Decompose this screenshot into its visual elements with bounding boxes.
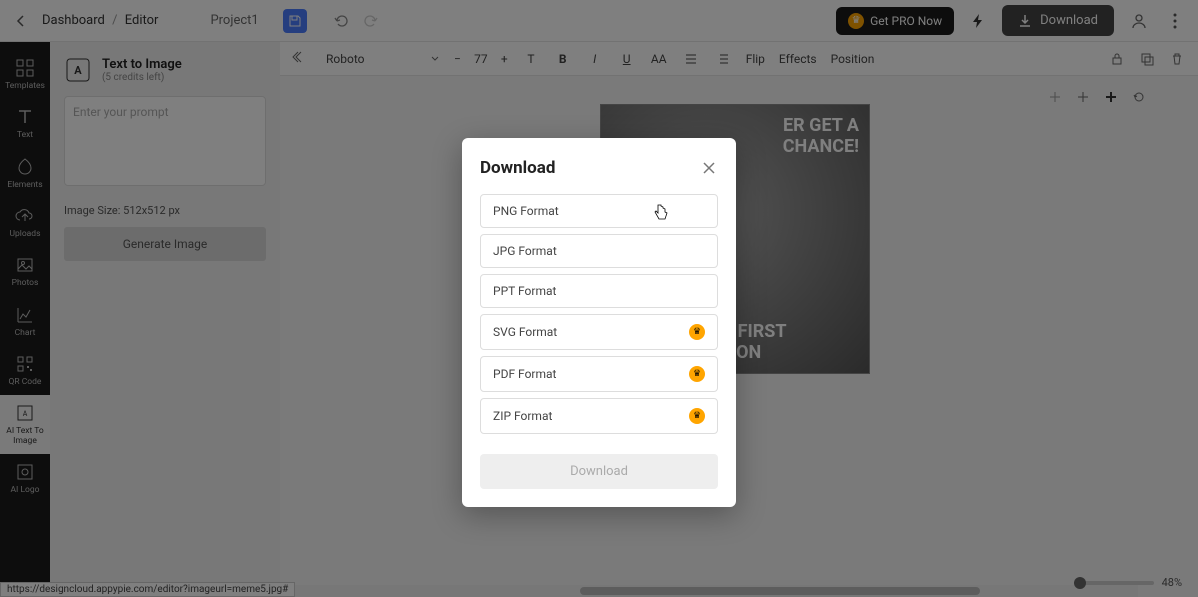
format-option-label: ZIP Format [493, 409, 552, 423]
format-option-svg[interactable]: SVG Format ♛ [480, 314, 718, 350]
format-option-label: PDF Format [493, 367, 556, 381]
format-option-pdf[interactable]: PDF Format ♛ [480, 356, 718, 392]
modal-download-button[interactable]: Download [480, 454, 718, 489]
format-option-label: JPG Format [493, 244, 557, 258]
modal-title: Download [480, 158, 555, 178]
format-option-label: PPT Format [493, 284, 556, 298]
crown-icon: ♛ [689, 366, 705, 382]
download-modal: Download PNG Format JPG Format PPT Forma… [462, 138, 736, 507]
format-option-label: PNG Format [493, 204, 559, 218]
format-option-png[interactable]: PNG Format [480, 194, 718, 228]
crown-icon: ♛ [689, 324, 705, 340]
crown-icon: ♛ [689, 408, 705, 424]
format-option-label: SVG Format [493, 325, 557, 339]
format-option-jpg[interactable]: JPG Format [480, 234, 718, 268]
close-icon[interactable] [700, 159, 718, 177]
format-option-ppt[interactable]: PPT Format [480, 274, 718, 308]
format-option-zip[interactable]: ZIP Format ♛ [480, 398, 718, 434]
